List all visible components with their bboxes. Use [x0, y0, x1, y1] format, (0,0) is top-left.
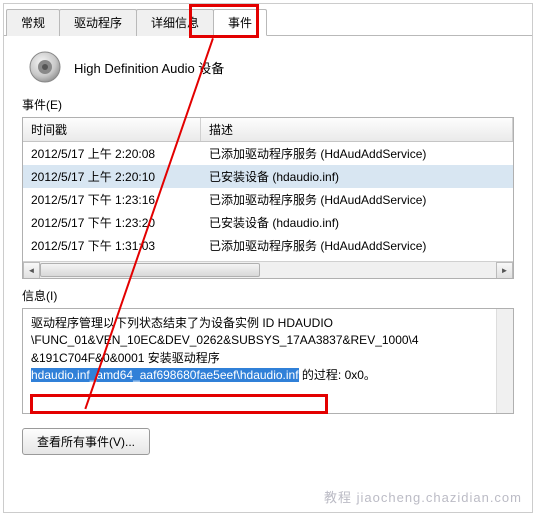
cell-desc: 已安装设备 (hdaudio.inf) [201, 212, 513, 233]
table-row[interactable]: 2012/5/17 下午 1:23:20 已安装设备 (hdaudio.inf) [23, 211, 513, 234]
button-row: 查看所有事件(V)... [22, 428, 514, 455]
cell-desc: 已添加驱动程序服务 (HdAudAddService) [201, 235, 513, 256]
column-header-time[interactable]: 时间戳 [23, 118, 201, 141]
tab-driver[interactable]: 驱动程序 [59, 9, 137, 36]
tab-events[interactable]: 事件 [213, 9, 267, 36]
tab-details[interactable]: 详细信息 [136, 9, 214, 36]
info-line: 驱动程序管理以下列状态结束了为设备实例 ID HDAUDIO [31, 315, 505, 332]
info-label: 信息(I) [22, 287, 514, 304]
speaker-icon [28, 50, 62, 84]
info-line: &191C704F&0&0001 安装驱动程序 [31, 350, 505, 367]
info-text: 的过程: 0x0。 [299, 368, 376, 382]
info-line: \FUNC_01&VEN_10EC&DEV_0262&SUBSYS_17AA38… [31, 332, 505, 349]
device-title: High Definition Audio 设备 [74, 58, 224, 77]
scroll-left-icon[interactable]: ◄ [23, 262, 40, 279]
table-header: 时间戳 描述 [23, 118, 513, 142]
events-table: 时间戳 描述 2012/5/17 上午 2:20:08 已添加驱动程序服务 (H… [22, 117, 514, 279]
events-label: 事件(E) [22, 96, 514, 113]
info-textbox[interactable]: 驱动程序管理以下列状态结束了为设备实例 ID HDAUDIO \FUNC_01&… [22, 308, 514, 414]
table-row[interactable]: 2012/5/17 上午 2:20:10 已安装设备 (hdaudio.inf) [23, 165, 513, 188]
cell-time: 2012/5/17 下午 1:31:03 [23, 235, 201, 256]
column-header-desc[interactable]: 描述 [201, 118, 513, 141]
table-row[interactable]: 2012/5/17 上午 2:20:08 已添加驱动程序服务 (HdAudAdd… [23, 142, 513, 165]
watermark: 教程 jiaocheng.chazidian.com [324, 487, 522, 506]
horizontal-scrollbar[interactable]: ◄ ► [23, 261, 513, 278]
scroll-right-icon[interactable]: ► [496, 262, 513, 279]
info-line: hdaudio.inf_amd64_aaf698680fae5eef\hdaud… [31, 367, 505, 384]
scroll-track[interactable] [40, 262, 496, 279]
tab-label: 常规 [21, 16, 45, 30]
tab-general[interactable]: 常规 [6, 9, 60, 36]
tab-bar: 常规 驱动程序 详细信息 事件 [4, 4, 532, 36]
cell-time: 2012/5/17 下午 1:23:16 [23, 189, 201, 210]
cell-desc: 已添加驱动程序服务 (HdAudAddService) [201, 143, 513, 164]
cell-desc: 已添加驱动程序服务 (HdAudAddService) [201, 189, 513, 210]
cell-desc: 已安装设备 (hdaudio.inf) [201, 166, 513, 187]
tab-label: 事件 [228, 16, 252, 30]
tab-label: 详细信息 [151, 16, 199, 30]
properties-window: 常规 驱动程序 详细信息 事件 [3, 3, 533, 513]
table-row[interactable]: 2012/5/17 下午 1:23:16 已添加驱动程序服务 (HdAudAdd… [23, 188, 513, 211]
vertical-scrollbar[interactable] [496, 309, 513, 413]
device-header: High Definition Audio 设备 [22, 50, 514, 84]
cell-time: 2012/5/17 上午 2:20:10 [23, 166, 201, 187]
info-highlight: hdaudio.inf_amd64_aaf698680fae5eef\hdaud… [31, 368, 299, 382]
tab-label: 驱动程序 [74, 16, 122, 30]
view-all-events-button[interactable]: 查看所有事件(V)... [22, 428, 150, 455]
info-text: &191C704F&0&0001 安装驱动程序 [31, 351, 220, 365]
scroll-thumb[interactable] [40, 263, 260, 277]
table-body[interactable]: 2012/5/17 上午 2:20:08 已添加驱动程序服务 (HdAudAdd… [23, 142, 513, 262]
cell-time: 2012/5/17 下午 1:23:20 [23, 212, 201, 233]
cell-time: 2012/5/17 上午 2:20:08 [23, 143, 201, 164]
table-row[interactable]: 2012/5/17 下午 1:31:03 已添加驱动程序服务 (HdAudAdd… [23, 234, 513, 257]
tab-content: High Definition Audio 设备 事件(E) 时间戳 描述 20… [4, 36, 532, 469]
